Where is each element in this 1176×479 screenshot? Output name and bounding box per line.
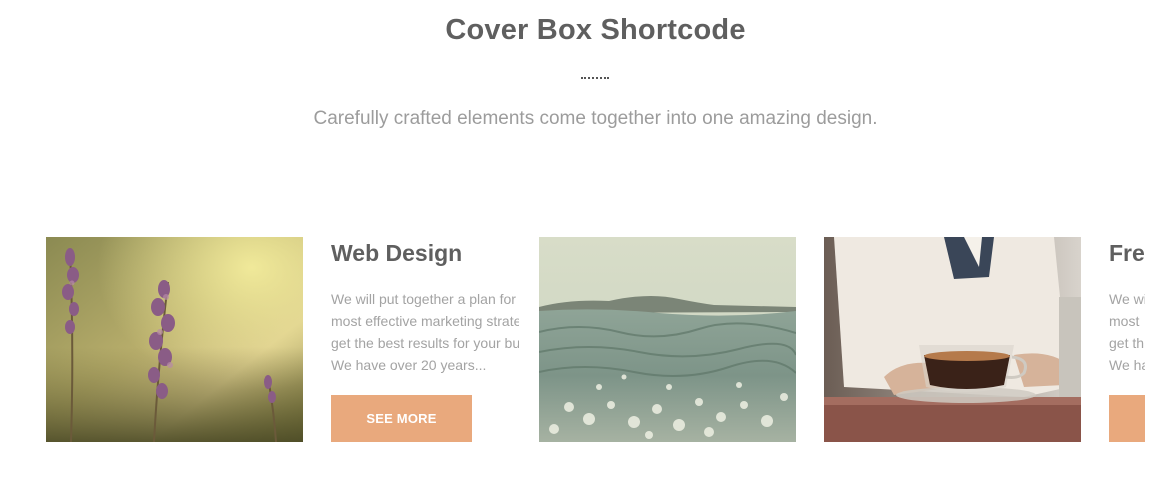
description-line: get the best results for your bu [331,335,519,351]
cover-box-web-design: Web Design We will put together a plan f… [46,237,519,442]
description-line: get th [1109,335,1145,351]
see-more-button[interactable]: SEE MORE [331,395,472,442]
description-line: We wi [1109,291,1145,307]
slide-description: We will put together a plan for most eff… [331,288,519,376]
lavender-image [46,237,303,442]
coffee-image [824,237,1081,442]
slide-heading: Web Design [331,240,463,266]
section-subtitle: Carefully crafted elements come together… [313,108,878,129]
description-line: We ha [1109,357,1145,373]
slide-description: We wi most get th We ha [1109,288,1145,376]
section-title: Cover Box Shortcode [445,14,746,46]
title-divider [581,77,609,79]
cover-box-text: Web Design We will put together a plan f… [331,237,519,442]
cover-box-slider[interactable]: Web Design We will put together a plan f… [46,237,1145,442]
cover-box-ocean [539,237,796,442]
cover-box-freelance: Fre We wi most get th We ha [824,237,1145,442]
slide-heading: Fre [1109,240,1145,266]
description-line: most effective marketing strategy [331,313,519,329]
description-line: We will put together a plan for [331,291,516,307]
ocean-wave-image [539,237,796,442]
description-line: We have over 20 years... [331,357,487,373]
see-more-button[interactable] [1109,395,1145,442]
page: Cover Box Shortcode Carefully crafted el… [0,0,1176,479]
description-line: most [1109,313,1140,329]
cover-box-text: Fre We wi most get th We ha [1109,237,1145,442]
